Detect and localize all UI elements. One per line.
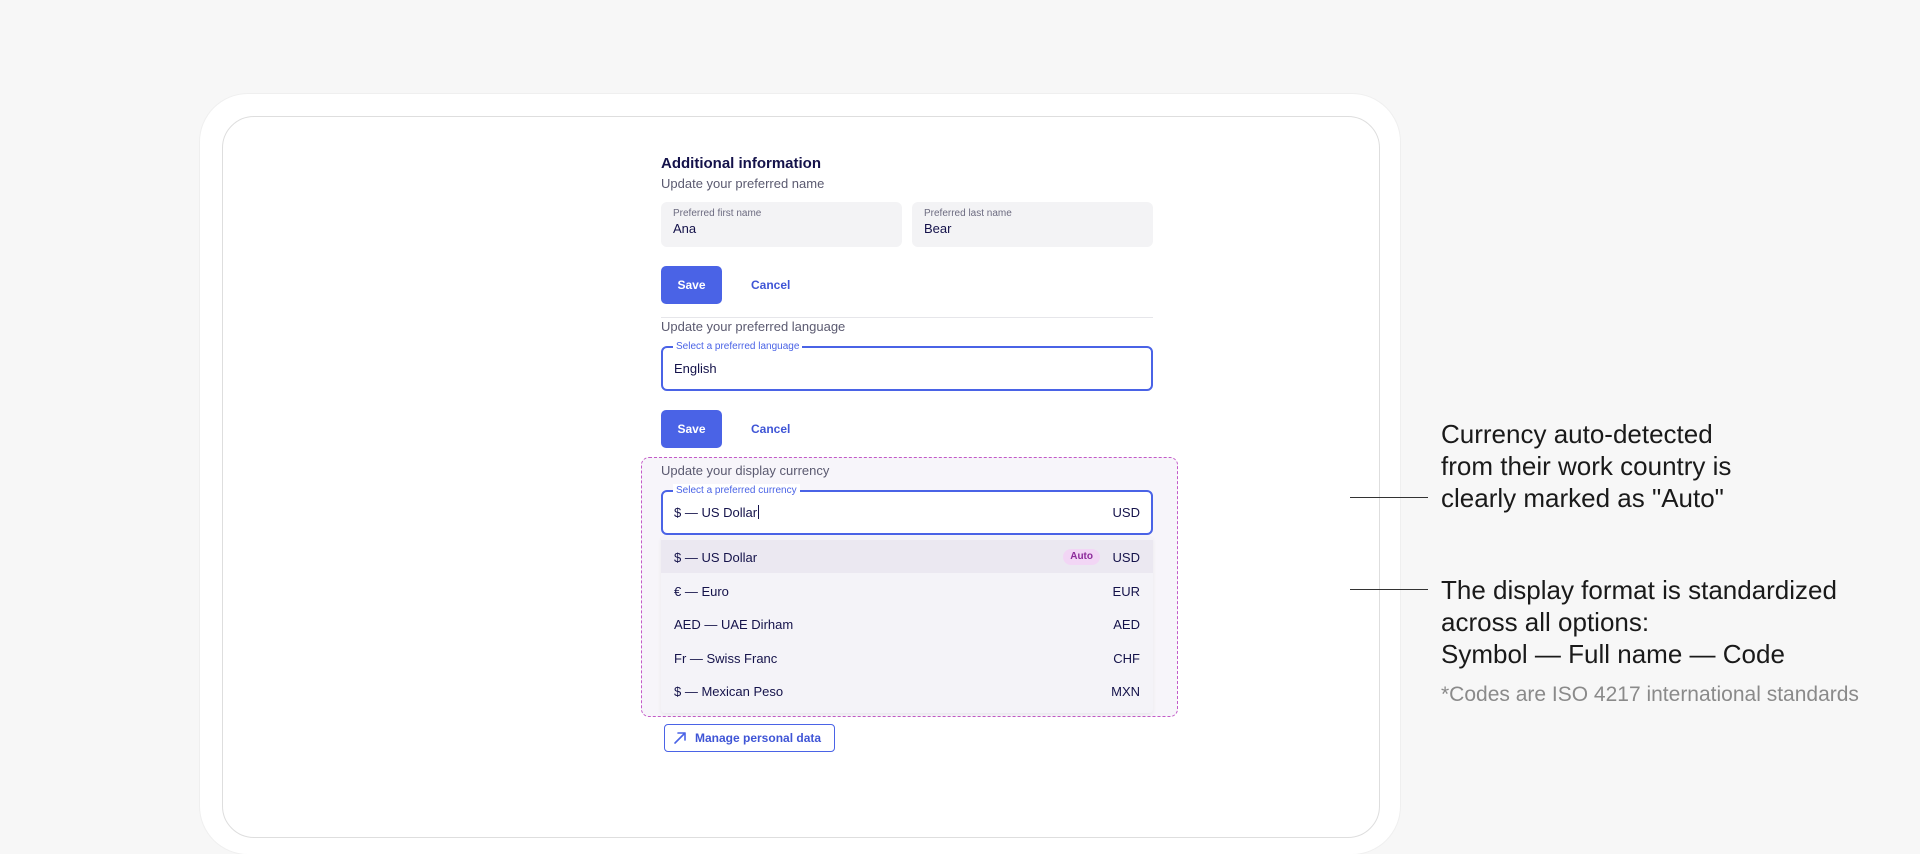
language-subtitle: Update your preferred language <box>661 319 846 334</box>
first-name-field[interactable]: Preferred first name Ana <box>661 202 902 247</box>
section-title: Additional information <box>661 155 821 172</box>
currency-option-mxn[interactable]: $ — Mexican Peso MXN <box>661 674 1153 707</box>
option-code: MXN <box>1111 684 1140 699</box>
divider <box>661 317 1153 318</box>
currency-select-value-wrap: $ — US Dollar <box>674 505 760 520</box>
annotation-line: The display format is standardized <box>1441 575 1837 605</box>
option-code: USD <box>1112 550 1140 565</box>
option-code: CHF <box>1113 651 1140 666</box>
arrow-up-right-icon <box>674 732 686 744</box>
option-name: $ — US Dollar <box>674 550 758 565</box>
annotation-connector-format <box>1350 589 1428 590</box>
last-name-value: Bear <box>924 221 952 236</box>
currency-option-usd[interactable]: $ — US Dollar Auto USD <box>661 540 1153 573</box>
last-name-field[interactable]: Preferred last name Bear <box>912 202 1153 247</box>
cancel-language-button[interactable]: Cancel <box>751 410 790 448</box>
option-code: EUR <box>1112 584 1140 599</box>
first-name-value: Ana <box>673 221 697 236</box>
option-code: AED <box>1113 617 1140 632</box>
annotation-line: across all options: <box>1441 607 1650 637</box>
currency-dropdown: $ — US Dollar Auto USD € — Euro EUR AED … <box>661 536 1153 713</box>
currency-option-aed[interactable]: AED — UAE Dirham AED <box>661 607 1153 640</box>
save-language-button[interactable]: Save <box>661 410 722 448</box>
manage-personal-data-label: Manage personal data <box>695 731 822 745</box>
first-name-label: Preferred first name <box>673 208 762 219</box>
annotation-line: from their work country is <box>1441 451 1732 481</box>
name-subtitle: Update your preferred name <box>661 176 825 191</box>
text-cursor <box>758 505 760 519</box>
annotation-connector-auto <box>1350 497 1428 498</box>
language-select-label: Select a preferred language <box>673 340 803 354</box>
annotation-line: Currency auto-detected <box>1441 419 1713 449</box>
currency-select-code: USD <box>1112 505 1140 520</box>
annotation-line: clearly marked as "Auto" <box>1441 483 1724 513</box>
currency-option-chf[interactable]: Fr — Swiss Franc CHF <box>661 641 1153 674</box>
option-name: $ — Mexican Peso <box>674 684 784 699</box>
currency-subtitle: Update your display currency <box>661 463 830 478</box>
last-name-label: Preferred last name <box>924 208 1012 219</box>
cancel-name-button[interactable]: Cancel <box>751 266 790 304</box>
annotation-format: The display format is standardized acros… <box>1441 574 1837 670</box>
currency-option-eur[interactable]: € — Euro EUR <box>661 574 1153 607</box>
option-name: Fr — Swiss Franc <box>674 651 778 666</box>
currency-select-label: Select a preferred currency <box>673 484 800 498</box>
currency-select[interactable]: Select a preferred currency $ — US Dolla… <box>661 484 1153 535</box>
option-name: € — Euro <box>674 584 729 599</box>
currency-select-value: $ — US Dollar <box>674 505 758 520</box>
language-select-value: English <box>674 361 717 376</box>
annotation-iso-note: *Codes are ISO 4217 international standa… <box>1441 683 1859 706</box>
language-select[interactable]: Select a preferred language English <box>661 340 1153 391</box>
auto-badge: Auto <box>1063 549 1100 565</box>
save-name-button[interactable]: Save <box>661 266 722 304</box>
option-name: AED — UAE Dirham <box>674 617 794 632</box>
annotation-line: Symbol — Full name — Code <box>1441 639 1785 669</box>
annotation-auto: Currency auto-detected from their work c… <box>1441 418 1731 514</box>
manage-personal-data-button[interactable]: Manage personal data <box>664 724 835 752</box>
